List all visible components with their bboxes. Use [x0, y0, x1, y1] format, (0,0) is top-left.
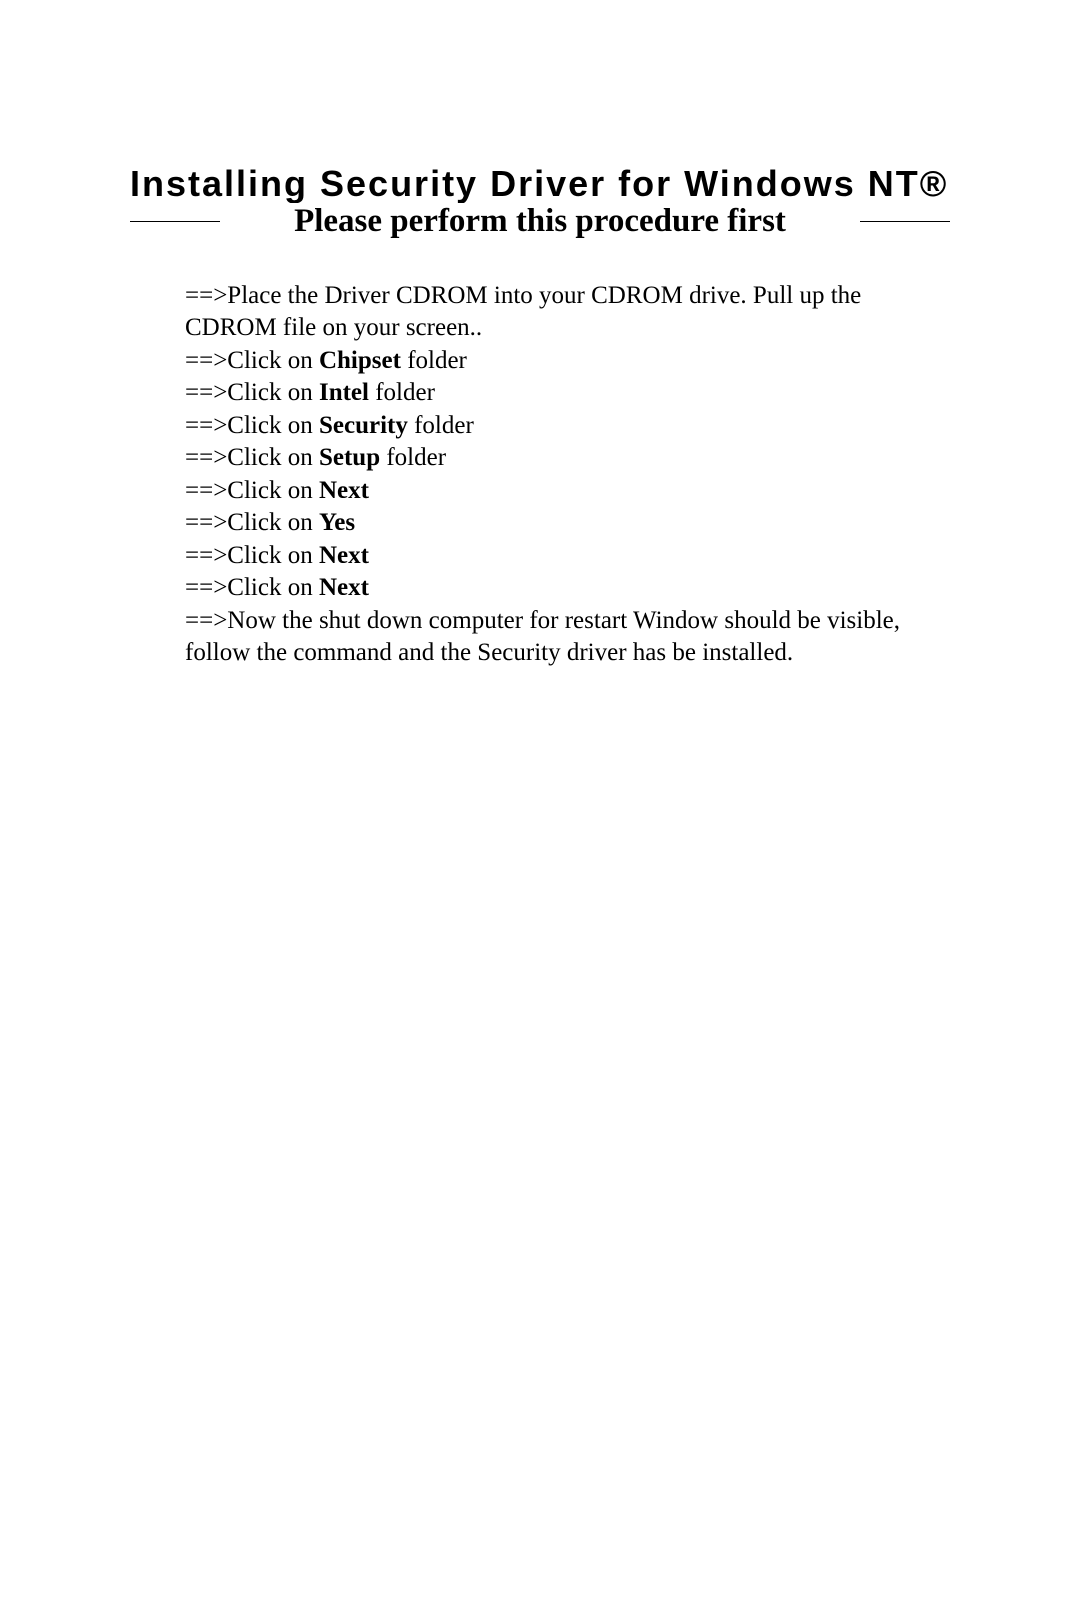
- step-5: ==>Click on Next: [185, 475, 940, 508]
- rule-left: [130, 221, 220, 222]
- step-2: ==>Click on Intel folder: [185, 377, 940, 410]
- step-7: ==>Click on Next: [185, 540, 940, 573]
- step-4: ==>Click on Setup folder: [185, 442, 940, 475]
- subheading-divider: Please perform this procedure first: [130, 203, 950, 240]
- step-0: ==>Place the Driver CDROM into your CDRO…: [185, 280, 940, 345]
- step-9: ==>Now the shut down computer for restar…: [185, 605, 940, 670]
- subheading: Please perform this procedure first: [286, 203, 794, 240]
- step-8: ==>Click on Next: [185, 572, 940, 605]
- step-1: ==>Click on Chipset folder: [185, 345, 940, 378]
- page-heading: Installing Security Driver for Windows N…: [130, 160, 950, 209]
- step-3: ==>Click on Security folder: [185, 410, 940, 443]
- rule-right: [860, 221, 950, 222]
- step-6: ==>Click on Yes: [185, 507, 940, 540]
- instructions-body: ==>Place the Driver CDROM into your CDRO…: [130, 280, 950, 670]
